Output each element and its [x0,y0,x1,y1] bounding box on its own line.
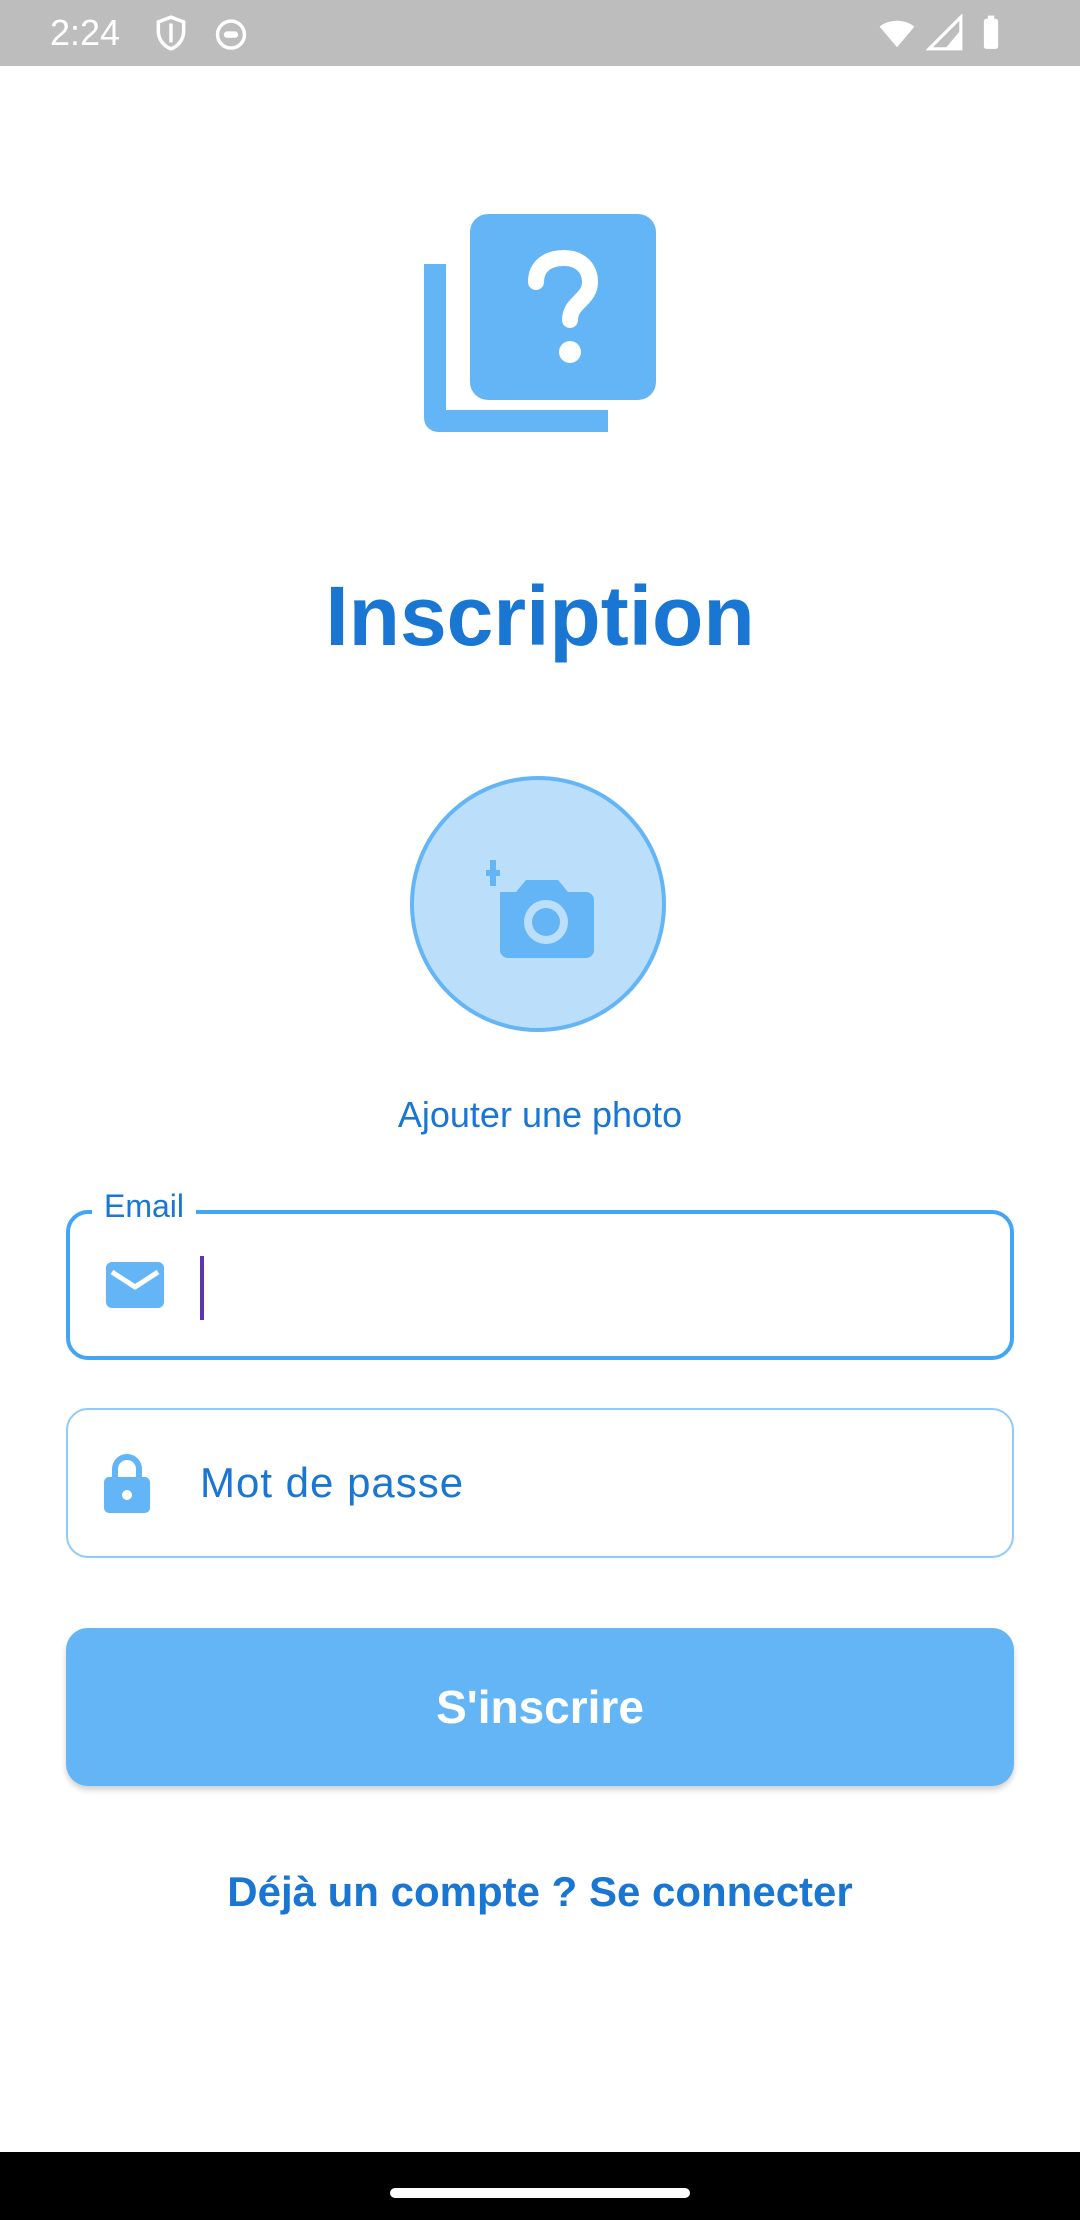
signup-screen: 2:24 Inscription Ajouter une photo Email… [0,0,1080,2220]
email-field-label: Email [92,1188,197,1225]
add-a-photo-icon [486,860,594,958]
signup-button[interactable]: S'inscrire [66,1628,1014,1786]
cellular-signal-icon [926,14,963,51]
home-gesture-handle[interactable] [390,2188,690,2198]
wifi-icon [879,20,915,48]
text-cursor [200,1256,204,1320]
email-field[interactable]: Email [66,1188,1014,1360]
cat-face-icon [215,19,247,50]
password-placeholder: Mot de passe [200,1459,465,1506]
help-center-icon [424,214,656,432]
password-field[interactable]: Mot de passe [66,1408,1014,1558]
page-title: Inscription [325,569,755,663]
navigation-bar [0,2152,1080,2220]
status-bar: 2:24 [0,0,1080,66]
battery-icon [983,15,999,49]
mail-icon [106,1262,164,1308]
status-time: 2:24 [50,12,121,53]
add-photo-button[interactable] [410,776,666,1032]
email-input[interactable] [206,1214,986,1356]
shield-icon [156,15,186,51]
lock-icon [104,1454,150,1513]
add-photo-label[interactable]: Ajouter une photo [0,1094,1080,1136]
login-link[interactable]: Déjà un compte ? Se connecter [0,1868,1080,1916]
